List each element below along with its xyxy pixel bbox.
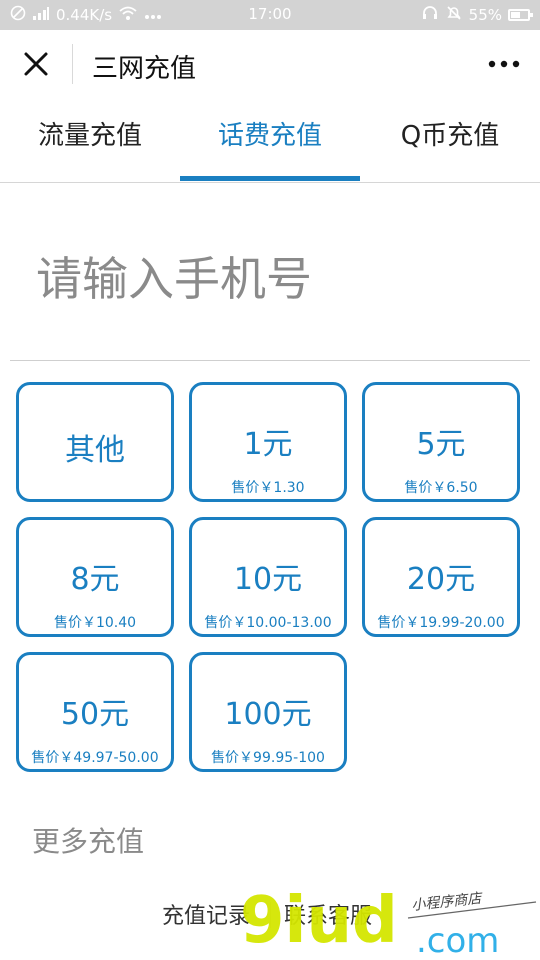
page-title: 三网充值 [92,54,197,84]
option-price: 售价￥10.40 [53,615,137,631]
mute-bell-icon [445,5,463,25]
option-price: 售价￥10.00-13.00 [204,615,332,631]
battery-icon [508,9,533,21]
tab-bar: 流量充值 话费充值 Q币充值 [0,98,540,183]
option-1-yuan[interactable]: 1元 售价￥1.30 [189,382,347,502]
option-8-yuan[interactable]: 8元 售价￥10.40 [16,517,174,637]
close-button[interactable] [18,46,54,82]
option-amount: 其他 [65,433,125,468]
recharge-records-link[interactable]: 充值记录 [162,898,250,930]
option-price: 售价￥49.97-50.00 [31,750,159,766]
contact-service-link[interactable]: 联系客服 [284,898,372,930]
phone-number-input[interactable] [36,244,506,314]
option-amount: 20元 [406,562,476,597]
option-100-yuan[interactable]: 100元 售价￥99.95-100 [189,652,347,772]
status-right: 55% [421,5,533,25]
footer-separator [270,902,271,928]
option-price: 售价￥19.99-20.00 [377,615,505,631]
option-amount: 50元 [60,697,130,732]
option-10-yuan[interactable]: 10元 售价￥10.00-13.00 [189,517,347,637]
more-recharge-heading: 更多充值 [32,825,145,858]
battery-percent: 55% [468,6,502,24]
option-amount: 5元 [416,427,466,462]
footer-links: 充值记录 联系客服 [0,898,540,934]
option-amount: 10元 [233,562,303,597]
nav-bar: 三网充值 [0,30,540,98]
active-tab-indicator [180,176,360,181]
option-amount: 100元 [224,697,312,732]
option-50-yuan[interactable]: 50元 售价￥49.97-50.00 [16,652,174,772]
more-dots-icon [488,60,520,68]
option-other[interactable]: 其他 [16,382,174,502]
status-bar: 0.44K/s 17:00 55% [0,0,540,30]
tab-data-recharge[interactable]: 流量充值 [0,98,180,182]
tab-qcoin-recharge[interactable]: Q币充值 [360,98,540,182]
nav-divider [72,44,73,84]
option-20-yuan[interactable]: 20元 售价￥19.99-20.00 [362,517,520,637]
option-amount: 8元 [70,562,120,597]
headset-icon [421,5,439,25]
close-icon [24,52,48,76]
option-amount: 1元 [243,427,293,462]
more-button[interactable] [484,50,524,78]
tab-phone-recharge[interactable]: 话费充值 [180,98,360,182]
input-underline [10,360,530,361]
option-5-yuan[interactable]: 5元 售价￥6.50 [362,382,520,502]
option-price: 售价￥6.50 [404,480,478,496]
option-price: 售价￥1.30 [231,480,305,496]
option-price: 售价￥99.95-100 [211,750,325,766]
